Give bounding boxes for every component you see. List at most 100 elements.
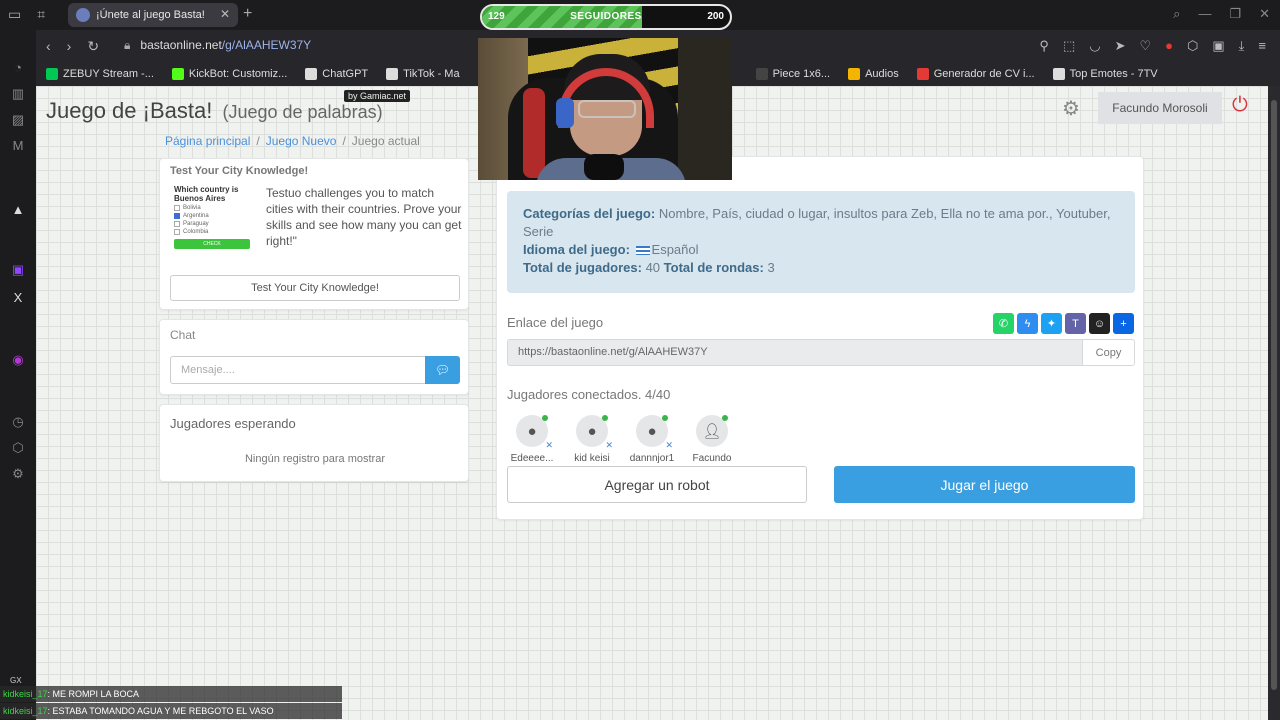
workspaces-icon[interactable]: ⌗ [37, 6, 45, 23]
bookmark-icon [46, 68, 58, 80]
twitch-icon[interactable]: ▣ [10, 262, 26, 278]
connected-players-list: ● ✕ Edeeee... ● ✕ kid keisi ● ✕ dannnjor1 👤︎ Facun… [507, 415, 737, 464]
tab-title: ¡Únete al juego Basta! [96, 9, 205, 21]
ad-card: Test Your City Knowledge! Which country … [159, 158, 469, 310]
breadcrumb-home[interactable]: Página principal [165, 134, 250, 148]
x-icon[interactable]: X [10, 290, 26, 306]
extensions-dock-icon[interactable]: ⬡ [10, 440, 26, 456]
snapchat-icon[interactable]: ☺ [1089, 313, 1110, 334]
adblock-icon[interactable]: ● [1165, 38, 1173, 54]
scrollbar-thumb[interactable] [1271, 100, 1277, 690]
back-icon[interactable]: ‹ [46, 38, 51, 55]
forward-icon[interactable]: › [67, 38, 72, 55]
wallet-icon[interactable]: ▣ [1212, 38, 1224, 54]
player-icon[interactable]: ◉ [10, 352, 26, 368]
nav-buttons: ‹ › ↻ [46, 38, 99, 55]
copy-link-button[interactable]: Copy [1082, 339, 1135, 366]
lock-icon: 🔒︎ [124, 38, 131, 52]
chat-card: Chat Mensaje.... 💬︎ [159, 319, 469, 395]
teams-icon[interactable]: T [1065, 313, 1086, 334]
twitter-icon[interactable]: ✦ [1041, 313, 1062, 334]
history-icon[interactable]: ◷ [10, 414, 26, 430]
kick-player-icon[interactable]: ✕ [665, 440, 673, 451]
waiting-players-card: Jugadores esperando Ningún registro para… [159, 404, 469, 482]
close-window-icon[interactable]: ✕ [1259, 6, 1270, 22]
user-name[interactable]: Facundo Morosoli [1098, 92, 1222, 124]
player-item[interactable]: ● ✕ kid keisi [567, 415, 617, 464]
chat-username: kidkeisi_17 [3, 689, 48, 699]
ad-option[interactable]: Argentina [174, 213, 256, 219]
kick-player-icon[interactable]: ✕ [605, 440, 613, 451]
new-tab-button[interactable]: + [243, 5, 252, 23]
bookmark-item[interactable]: ChatGPT [305, 68, 368, 80]
bookmark-item[interactable]: Generador de CV i... [916, 68, 1035, 80]
url-field[interactable]: 🔒︎ bastaonline.net/g/AlAAHEW37Y [124, 38, 311, 53]
gx-menu-icon[interactable]: ▭ [8, 6, 21, 23]
bookmark-item[interactable]: ZEBUY Stream -... [46, 68, 154, 80]
player-item[interactable]: ● ✕ Edeeee... [507, 415, 557, 464]
add-robot-button[interactable]: Agregar un robot [507, 466, 807, 503]
settings-gear-icon[interactable]: ⚙ [1062, 96, 1080, 121]
speed-dial-icon[interactable]: ◔ [10, 60, 26, 76]
minimize-icon[interactable]: — [1198, 6, 1211, 22]
whatsapp-icon[interactable]: ✆ [993, 313, 1014, 334]
m-icon[interactable]: M [10, 138, 26, 154]
breadcrumb-new-game[interactable]: Juego Nuevo [266, 134, 337, 148]
stream-chat-overlay: kidkeisi_17: ME ROMPI LA BOCA kidkeisi_17… [0, 686, 342, 720]
maximize-icon[interactable]: ❐ [1229, 6, 1241, 22]
chat-message-input[interactable]: Mensaje.... [170, 356, 426, 384]
browser-tab[interactable]: ¡Únete al juego Basta! ✕ [68, 3, 238, 27]
bookmark-label: ChatGPT [322, 68, 369, 80]
send-message-button[interactable]: 💬︎ [425, 356, 460, 384]
ad-option[interactable]: Colombia [174, 229, 256, 235]
messenger-icon[interactable]: ϟ [1017, 313, 1038, 334]
bookmark-label: Generador de CV i... [933, 68, 1035, 80]
player-item[interactable]: 👤︎ Facundo [687, 415, 737, 464]
ad-option[interactable]: Bolivia [174, 205, 256, 211]
pin-icon[interactable]: ⚲ [1039, 38, 1049, 54]
online-status-dot [722, 415, 728, 421]
snapshot-icon[interactable]: ⬚ [1063, 38, 1075, 54]
logout-power-icon[interactable]: ⏻ [1232, 94, 1248, 117]
bookmark-item[interactable]: Audios [848, 68, 899, 80]
share-more-icon[interactable]: + [1113, 313, 1134, 334]
ad-option-label: Colombia [183, 229, 209, 235]
bag-icon[interactable]: ▥ [10, 86, 26, 102]
ad-button[interactable]: Test Your City Knowledge! [170, 275, 460, 301]
search-tabs-icon[interactable]: ⌕ [1173, 6, 1180, 22]
url-host: bastaonline.net [140, 38, 222, 52]
breadcrumb-separator: / [342, 134, 346, 148]
settings-dock-icon[interactable]: ⚙ [10, 466, 26, 482]
bookmark-item[interactable]: Piece 1x6... [755, 68, 830, 80]
bookmark-item[interactable]: Top Emotes - 7TV [1052, 68, 1158, 80]
waiting-title: Jugadores esperando [170, 416, 296, 431]
player-item[interactable]: ● ✕ dannnjor1 [627, 415, 677, 464]
kick-player-icon[interactable]: ✕ [545, 440, 553, 451]
share-buttons: ✆ ϟ ✦ T ☺ + [993, 313, 1134, 334]
gx-label: GX [10, 676, 22, 685]
heart-icon[interactable]: ♡ [1139, 38, 1151, 54]
bookmark-item[interactable]: KickBot: Customiz... [171, 68, 287, 80]
ad-option[interactable]: Paraguay [174, 221, 256, 227]
menu-icon[interactable]: ≡ [1258, 38, 1266, 54]
game-link-field[interactable]: https://bastaonline.net/g/AlAAHEW37Y [507, 339, 1083, 366]
pocket-icon[interactable]: ◡ [1089, 38, 1100, 54]
ad-image[interactable]: Which country is Buenos Aires Bolivia Arg… [174, 185, 256, 267]
arrow-icon[interactable]: ▲ [10, 202, 26, 218]
play-game-button[interactable]: Jugar el juego [834, 466, 1135, 503]
ad-option-checkbox [174, 213, 180, 219]
online-status-dot [662, 415, 668, 421]
bookmark-item[interactable]: TikTok - Ma [386, 68, 460, 80]
player-name: dannnjor1 [629, 453, 675, 464]
rounds-label: Total de rondas: [663, 260, 764, 275]
page-scrollbar[interactable] [1268, 86, 1280, 720]
chat-message: : ME ROMPI LA BOCA [47, 689, 140, 699]
ad-title: Test Your City Knowledge! [170, 165, 309, 177]
ad-text: Testuo challenges you to match cities wi… [266, 186, 462, 248]
reload-icon[interactable]: ↻ [87, 38, 99, 55]
download-icon[interactable]: ⤓ [1239, 38, 1245, 54]
extensions-icon[interactable]: ⬡ [1187, 38, 1198, 54]
send-icon[interactable]: ➤ [1115, 38, 1126, 54]
close-tab-icon[interactable]: ✕ [220, 7, 230, 21]
notes-icon[interactable]: ▨ [10, 112, 26, 128]
